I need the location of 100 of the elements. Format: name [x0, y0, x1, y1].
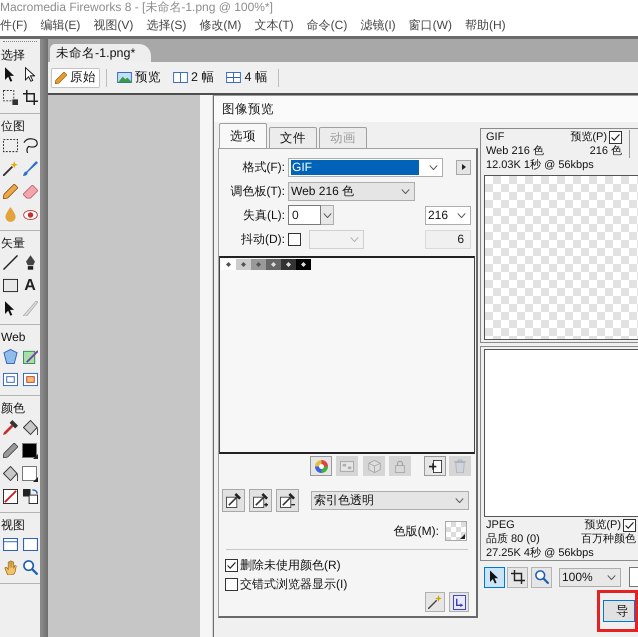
- checkbox[interactable]: [623, 518, 636, 532]
- menu-item[interactable]: 滤镜(I): [360, 16, 396, 34]
- dialog-tab[interactable]: 选项: [219, 123, 267, 148]
- no-color-icon[interactable]: [2, 489, 18, 504]
- hand-icon[interactable]: [4, 560, 16, 575]
- hotspot-icon[interactable]: [2, 349, 18, 364]
- arrow-pointer-icon[interactable]: [5, 301, 15, 316]
- magic-wand-icon[interactable]: [2, 161, 18, 176]
- color-swatch-icon[interactable]: [221, 259, 236, 270]
- dashed-rectangle-icon[interactable]: [2, 138, 18, 153]
- menu-item[interactable]: 选择(S): [146, 16, 186, 34]
- color-swatch-icon[interactable]: [296, 259, 311, 270]
- view-tab[interactable]: 预览: [113, 68, 165, 88]
- eye-icon[interactable]: [22, 210, 38, 220]
- zoom-select[interactable]: 100%: [559, 568, 621, 586]
- chevron-down-icon: [455, 498, 464, 503]
- line-icon[interactable]: [2, 255, 18, 270]
- pen-nib-icon[interactable]: [26, 255, 34, 270]
- color-swatch-icon[interactable]: [236, 259, 251, 270]
- matte-color-button[interactable]: [445, 521, 467, 541]
- checkmark-icon: [227, 562, 236, 568]
- lasso-icon[interactable]: [22, 138, 38, 153]
- view-tab[interactable]: 2 幅: [169, 68, 218, 88]
- menu-item[interactable]: 编辑(E): [40, 16, 80, 34]
- swap-colors-icon[interactable]: [22, 489, 38, 504]
- menu-item[interactable]: 帮助(H): [464, 16, 506, 34]
- palette-select[interactable]: Web 216 色: [288, 182, 415, 200]
- tool-section-title: 矢量: [1, 236, 25, 250]
- rectangle-icon[interactable]: [2, 278, 18, 293]
- slice-frame-icon[interactable]: [2, 372, 18, 387]
- paint-bucket-icon[interactable]: [22, 420, 38, 435]
- tool-section-title: 视图: [1, 518, 25, 532]
- menu-item[interactable]: 视图(V): [93, 16, 134, 34]
- menu-item[interactable]: 窗口(W): [408, 16, 452, 34]
- options-menu-button[interactable]: [456, 160, 471, 174]
- magnifier-icon[interactable]: [22, 560, 38, 575]
- text-tool[interactable]: A: [24, 278, 36, 294]
- export-area-button[interactable]: [449, 592, 469, 612]
- scale-icon[interactable]: [2, 90, 18, 105]
- slice-icon[interactable]: [22, 349, 38, 364]
- stats-text: 12.03K 1秒 @ 56kbps: [486, 158, 594, 172]
- menu-item[interactable]: 命令(C): [306, 16, 348, 34]
- magic-wand-icon: [428, 595, 442, 609]
- add-color-button[interactable]: [424, 456, 446, 476]
- full-window-icon[interactable]: [22, 538, 38, 551]
- eraser-icon[interactable]: [22, 184, 38, 199]
- menu-item[interactable]: 修改(M): [199, 16, 242, 34]
- trash-icon: [454, 459, 466, 473]
- color-swatch-icon[interactable]: [22, 466, 38, 482]
- transparency-select[interactable]: 索引色透明: [311, 491, 469, 510]
- eyedropper-button[interactable]: [222, 489, 245, 512]
- checkbox[interactable]: [609, 130, 622, 144]
- dialog-tab[interactable]: 文件: [269, 127, 317, 148]
- crop-icon[interactable]: [22, 90, 38, 105]
- checkmark-icon: [611, 134, 620, 140]
- magnifier-icon: [534, 570, 548, 584]
- optimize-wizard-button[interactable]: [425, 592, 445, 612]
- eyedropper-plus-icon: [253, 493, 268, 508]
- menu-item[interactable]: 件(F): [0, 16, 28, 34]
- slice-overlay-icon[interactable]: [22, 372, 38, 387]
- add-eyedropper-button[interactable]: [249, 489, 272, 512]
- checkbox[interactable]: [225, 578, 238, 590]
- tool-section-title: Web: [1, 330, 26, 344]
- paint-bucket-icon[interactable]: [2, 466, 18, 481]
- swatch-grid-icon: [340, 460, 354, 472]
- remove-eyedropper-button[interactable]: [276, 489, 299, 512]
- view-tab[interactable]: 4 幅: [222, 68, 272, 88]
- cube-icon: [368, 460, 380, 472]
- zoom-tool-button[interactable]: [531, 566, 552, 588]
- menu-item[interactable]: 文本(T): [254, 16, 294, 34]
- eyedropper-icon[interactable]: [2, 420, 18, 435]
- triangle-right-icon: [462, 164, 466, 170]
- toolbar-button[interactable]: [629, 567, 638, 587]
- hollow-arrow-icon[interactable]: [25, 67, 35, 82]
- pointer-tool-button[interactable]: [484, 566, 505, 588]
- color-swatch-icon[interactable]: [22, 442, 38, 458]
- max-colors-select[interactable]: 216: [425, 206, 471, 224]
- export-button[interactable]: 导: [603, 600, 635, 622]
- view-tab[interactable]: 原始: [51, 68, 100, 88]
- color-swatch-icon[interactable]: [281, 259, 296, 270]
- crop-tool-button[interactable]: [507, 566, 528, 588]
- color-swatch-icon[interactable]: [251, 259, 266, 270]
- color-swatch-icon[interactable]: [266, 259, 281, 270]
- color-wheel-button[interactable]: [310, 456, 332, 476]
- checkbox[interactable]: [288, 232, 301, 246]
- pencil-icon[interactable]: [2, 184, 18, 199]
- format-select[interactable]: GIF: [288, 158, 443, 176]
- arrow-pointer-icon[interactable]: [5, 67, 15, 82]
- settings-text: Web 216 色: [486, 144, 544, 158]
- loss-input[interactable]: 0: [288, 205, 321, 225]
- pencil-icon[interactable]: [2, 443, 18, 458]
- eyedropper-icon: [226, 493, 241, 508]
- add-to-palette-icon: [428, 460, 442, 472]
- colors-text: 百万种颜色: [581, 532, 636, 546]
- preview-label: 预览(P): [570, 130, 607, 144]
- loss-slider-button[interactable]: [321, 205, 334, 225]
- window-icon[interactable]: [2, 538, 18, 551]
- checkbox[interactable]: [225, 558, 238, 572]
- document-tab[interactable]: 未命名-1.png*: [50, 44, 152, 62]
- paintbrush-icon[interactable]: [22, 161, 38, 176]
